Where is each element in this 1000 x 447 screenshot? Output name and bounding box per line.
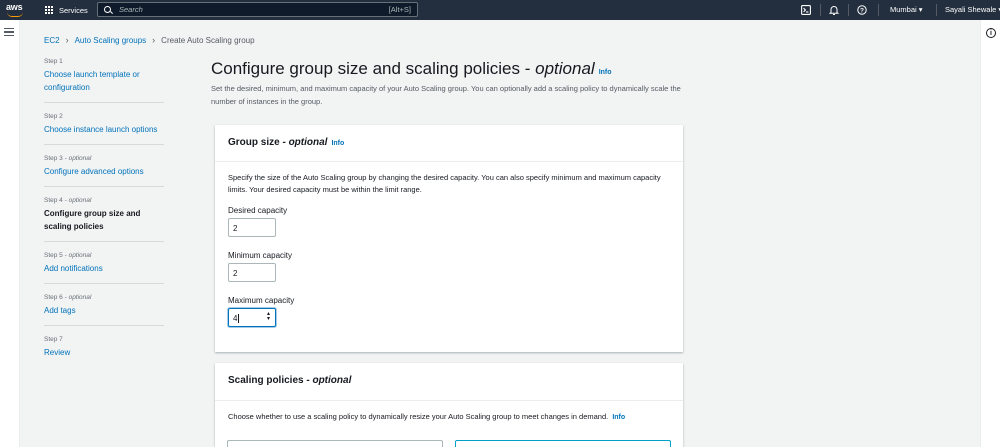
text-cursor (238, 314, 240, 324)
info-link[interactable]: Info (599, 69, 612, 76)
cloudshell-icon[interactable] (800, 4, 812, 16)
step-2: Step 2 Choose instance launch options (44, 113, 164, 145)
step-link[interactable]: Configure advanced options (44, 165, 164, 178)
help-icon[interactable]: ? (856, 4, 868, 16)
nav-divider (848, 4, 849, 16)
right-rail: i (980, 20, 1000, 447)
step-link[interactable]: Choose instance launch options (44, 123, 164, 136)
aws-logo[interactable]: aws (6, 2, 26, 18)
breadcrumb-current: Create Auto Scaling group (161, 35, 255, 45)
step-7: Step 7 Review (44, 336, 164, 367)
region-selector[interactable]: Mumbai ▾ (890, 5, 923, 14)
chevron-right-icon: › (65, 35, 69, 45)
panel-body: Choose whether to use a scaling policy t… (215, 401, 683, 444)
bell-icon[interactable] (828, 4, 840, 16)
step-link[interactable]: Add tags (44, 304, 164, 317)
logo-text: aws (6, 2, 23, 12)
step-number: Step 2 (44, 113, 63, 120)
step-number: Step 5 - optional (44, 252, 92, 259)
step-link[interactable]: Choose launch template or configuration (44, 68, 164, 94)
stepper-arrows-icon[interactable]: ▴ ▾ (267, 311, 270, 322)
info-link[interactable]: Info (331, 140, 344, 147)
step-link[interactable]: Add notifications (44, 262, 164, 275)
nav-divider (936, 4, 937, 16)
step-1: Step 1 Choose launch template or configu… (44, 58, 164, 103)
group-size-description: Specify the size of the Auto Scaling gro… (228, 173, 661, 194)
info-panel-icon[interactable]: i (986, 28, 996, 38)
left-rail (0, 20, 20, 447)
breadcrumb-ec2[interactable]: EC2 (44, 36, 60, 45)
title-optional: optional (535, 59, 595, 78)
info-link[interactable]: Info (612, 414, 625, 421)
maximum-capacity-input[interactable]: 4 ▴ ▾ (228, 308, 276, 327)
minimum-capacity-input[interactable]: 2 (228, 263, 276, 282)
page-title: Configure group size and scaling policie… (211, 59, 612, 78)
step-3: Step 3 - optional Configure advanced opt… (44, 155, 164, 187)
group-size-panel: Group size - optional Info Specify the si… (215, 125, 683, 352)
search-input[interactable]: Search [Alt+S] (97, 2, 418, 17)
step-current-label: Configure group size and scaling policie… (44, 209, 141, 231)
top-navigation: aws Services Search [Alt+S] ? Mumbai ▾ S… (0, 0, 1000, 20)
scaling-description: Choose whether to use a scaling policy t… (228, 412, 626, 421)
maximum-capacity-label: Maximum capacity (228, 296, 295, 305)
step-5: Step 5 - optional Add notifications (44, 252, 164, 284)
grid-icon (45, 5, 54, 15)
step-number: Step 1 (44, 58, 63, 65)
scaling-policies-panel: Scaling policies - optional Choose wheth… (215, 363, 683, 447)
logo-smile-icon (7, 12, 23, 17)
nav-divider (878, 4, 879, 16)
search-placeholder: Search (119, 5, 143, 14)
policy-option-target-tracking[interactable] (455, 440, 671, 447)
policy-option-none[interactable] (227, 440, 443, 447)
menu-icon[interactable] (4, 28, 14, 36)
wizard-steps: Step 1 Choose launch template or configu… (44, 58, 164, 377)
chevron-right-icon: › (152, 35, 156, 45)
svg-text:?: ? (860, 7, 864, 14)
panel-body: Specify the size of the Auto Scaling gro… (215, 162, 683, 351)
services-label: Services (59, 5, 88, 15)
step-number: Step 4 - optional (44, 197, 92, 204)
step-link[interactable]: Review (44, 346, 164, 359)
minimum-capacity-label: Minimum capacity (228, 251, 293, 260)
step-4: Step 4 - optional Configure group size a… (44, 197, 164, 242)
panel-header: Group size - optional Info (215, 125, 683, 162)
services-menu-button[interactable]: Services (45, 3, 88, 17)
page-description: Set the desired, minimum, and maximum ca… (211, 84, 681, 106)
panel-header: Scaling policies - optional (215, 363, 683, 401)
account-menu[interactable]: Sayali Shewale ▾ (945, 5, 1000, 14)
desired-capacity-label: Desired capacity (228, 206, 288, 215)
desired-capacity-input[interactable]: 2 (228, 218, 276, 237)
breadcrumb: EC2 › Auto Scaling groups › Create Auto … (44, 35, 255, 45)
breadcrumb-auto-scaling-groups[interactable]: Auto Scaling groups (75, 36, 147, 45)
step-6: Step 6 - optional Add tags (44, 294, 164, 326)
step-number: Step 7 (44, 336, 63, 343)
step-number: Step 3 - optional (44, 155, 92, 162)
search-shortcut: [Alt+S] (388, 5, 411, 14)
search-icon (104, 6, 111, 13)
nav-divider (820, 4, 821, 16)
step-number: Step 6 - optional (44, 294, 92, 301)
